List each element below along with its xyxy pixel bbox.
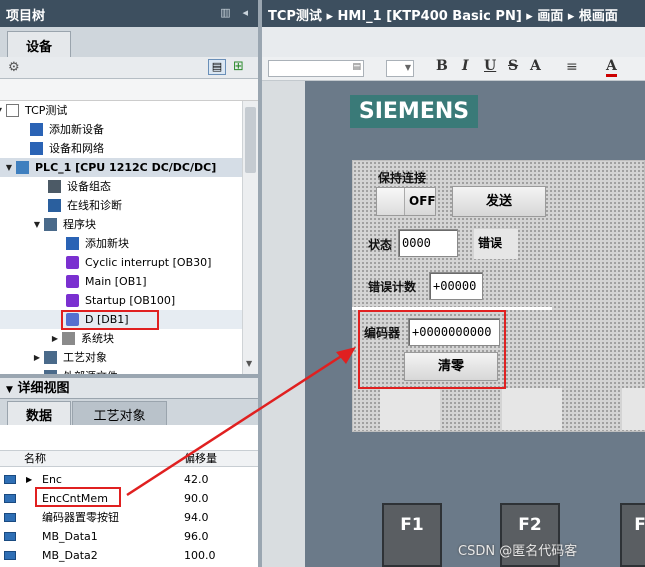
arrow-overlay — [126, 347, 356, 497]
f1-key[interactable]: F1 — [382, 503, 442, 567]
arrow-head-icon — [336, 347, 356, 364]
f3-key[interactable]: F — [620, 503, 645, 567]
watermark: CSDN @匿名代码客 — [458, 544, 578, 559]
arrow-line — [126, 353, 344, 497]
